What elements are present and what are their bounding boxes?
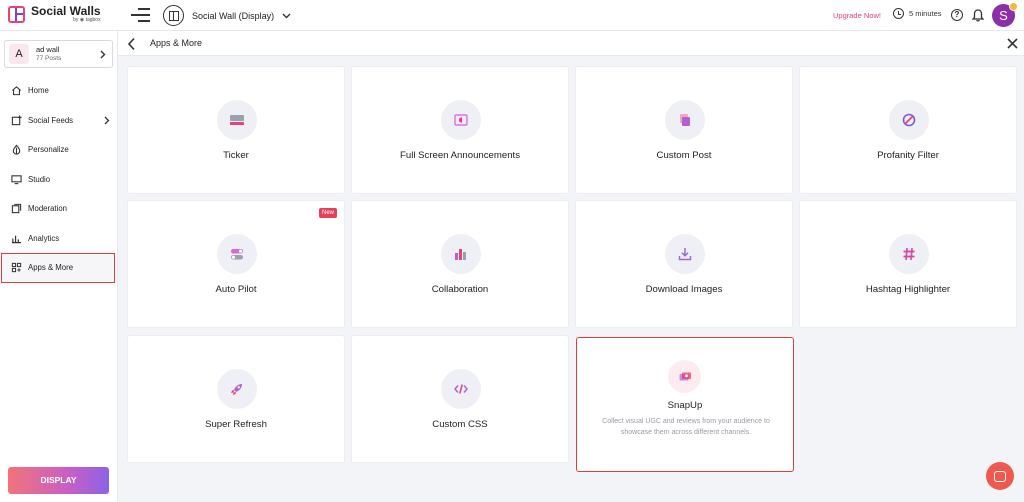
chevron-right-icon [104,116,110,125]
sidebar-item-label: Personalize [28,145,69,155]
app-card-collaboration[interactable]: Collaboration [351,200,569,328]
chevron-right-icon [100,50,106,58]
app-card-title: Download Images [645,284,723,295]
app-card-title: Super Refresh [205,419,267,430]
back-arrow-icon[interactable] [127,37,136,51]
wall-layout-icon [163,5,184,26]
collaboration-icon [441,234,481,274]
wall-post-count: 77 Posts [36,54,62,62]
sidebar-item-label: Moderation [28,204,68,214]
close-icon[interactable] [1007,38,1018,49]
rocket-icon [217,369,257,409]
app-card-title: Custom CSS [432,419,488,430]
app-card-title: Full Screen Announcements [400,150,520,161]
page-header: Apps & More [118,31,1024,56]
menu-toggle-icon[interactable] [131,8,150,22]
brand-subtitle: by ◉ tagbox [73,17,101,23]
chat-support-icon[interactable] [986,462,1014,490]
timer[interactable]: 5 minutes [893,8,942,19]
sidebar-item-label: Social Feeds [28,115,74,125]
premium-star-icon [1009,2,1018,11]
app-card-auto-pilot[interactable]: New Auto Pilot [127,200,345,328]
app-card-snapup[interactable]: SnapUp Collect visual UGC and reviews fr… [576,337,794,472]
sidebar-nav: Home Social Feeds Personalize Studio Mod… [0,76,118,283]
clock-icon [893,8,904,19]
sidebar-item-moderation[interactable]: Moderation [0,194,118,224]
palette-drop-icon [11,144,22,155]
sidebar-item-label: Home [28,86,49,96]
chevron-down-icon [282,13,291,18]
sidebar-item-label: Analytics [28,233,60,243]
app-card-description: Collect visual UGC and reviews from your… [602,418,770,436]
brand-name: Social Walls [31,4,101,18]
app-card-title: Hashtag Highlighter [865,284,951,295]
upgrade-link[interactable]: Upgrade Now! [833,11,881,20]
custom-post-icon [665,100,705,140]
display-button[interactable]: DISPLAY [8,467,109,494]
monitor-icon [11,174,22,185]
app-card-super-refresh[interactable]: Super Refresh [127,335,345,463]
timer-label: 5 minutes [909,9,942,18]
sidebar-item-apps-more[interactable]: Apps & More [1,253,115,283]
app-card-hashtag-highlighter[interactable]: Hashtag Highlighter [799,200,1017,328]
wall-card[interactable]: A ad wall 77 Posts [4,40,113,68]
code-icon [441,369,481,409]
analytics-icon [11,233,22,244]
add-feed-icon [11,115,22,126]
app-card-title: Collaboration [431,284,489,295]
app-card-title: Custom Post [656,150,712,161]
app-card-ticker[interactable]: Ticker [127,66,345,194]
app-card-full-screen-announcements[interactable]: Full Screen Announcements [351,66,569,194]
profanity-filter-icon [889,100,929,140]
sidebar-item-home[interactable]: Home [0,76,118,106]
app-card-title: Profanity Filter [877,150,939,161]
hashtag-icon [889,234,929,274]
app-card-title: SnapUp [667,400,703,411]
page-title: Apps & More [150,38,203,48]
sidebar-item-social-feeds[interactable]: Social Feeds [0,106,118,136]
new-badge: New [318,208,337,218]
home-icon [11,85,22,96]
announcement-icon [441,100,481,140]
sidebar-item-analytics[interactable]: Analytics [0,224,118,254]
social-walls-logo-icon [8,5,25,23]
app-card-custom-post[interactable]: Custom Post [575,66,793,194]
moderation-icon [11,203,22,214]
top-bar: Social Walls by ◉ tagbox Social Wall (Di… [0,0,1024,31]
wall-name: ad wall [36,44,60,54]
app-card-custom-css[interactable]: Custom CSS [351,335,569,463]
wall-selector[interactable]: Social Wall (Display) [163,5,291,26]
sidebar-item-label: Apps & More [28,263,74,273]
apps-icon [11,262,22,273]
wall-selector-label: Social Wall (Display) [192,10,275,21]
app-card-download-images[interactable]: Download Images [575,200,793,328]
sidebar: A ad wall 77 Posts Home Social Feeds Per… [0,31,118,502]
ticker-icon [217,100,257,140]
auto-pilot-icon [217,234,257,274]
wall-initial: A [9,44,29,64]
help-icon[interactable]: ? [951,9,963,21]
sidebar-item-personalize[interactable]: Personalize [0,135,118,165]
sidebar-item-studio[interactable]: Studio [0,165,118,195]
app-card-title: Ticker [223,150,249,161]
bell-icon[interactable] [972,9,984,22]
sidebar-item-label: Studio [28,174,51,184]
download-icon [665,234,705,274]
brand-logo[interactable]: Social Walls by ◉ tagbox [8,5,101,23]
app-card-title: Auto Pilot [215,284,257,295]
snapup-icon [668,360,701,393]
app-card-profanity-filter[interactable]: Profanity Filter [799,66,1017,194]
